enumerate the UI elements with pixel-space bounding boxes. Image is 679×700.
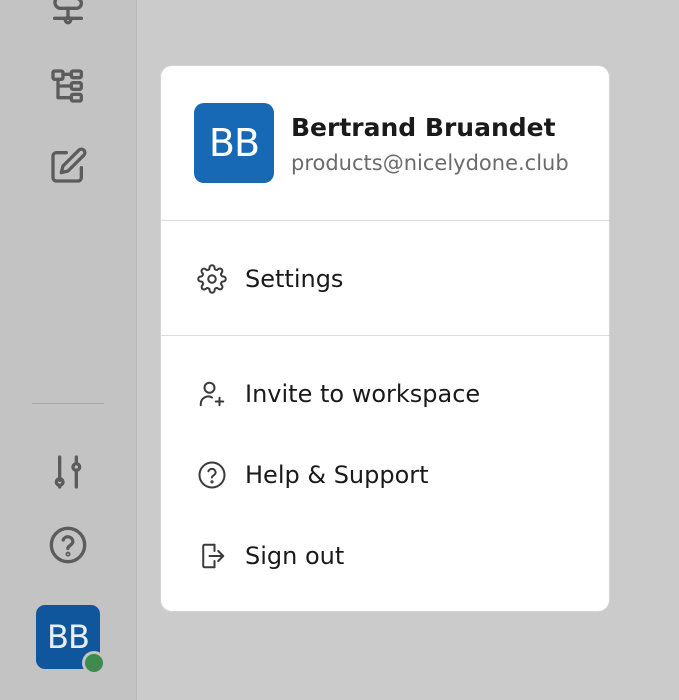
gear-icon: [195, 262, 229, 296]
account-dropdown-menu: BB Bertrand Bruandet products@nicelydone…: [160, 65, 610, 612]
profile-name: Bertrand Bruandet: [291, 113, 556, 142]
sliders-icon[interactable]: [44, 448, 92, 496]
cloud-network-icon[interactable]: [44, 0, 92, 34]
settings-menu-item[interactable]: Settings: [161, 248, 609, 310]
signout-menu-item[interactable]: Sign out: [161, 525, 609, 587]
profile-avatar-initials: BB: [208, 121, 260, 165]
settings-label: Settings: [245, 265, 344, 293]
menu-divider: [161, 335, 609, 336]
help-label: Help & Support: [245, 461, 429, 489]
profile-section: BB Bertrand Bruandet products@nicelydone…: [161, 66, 609, 220]
help-circle-icon: [195, 458, 229, 492]
help-menu-item[interactable]: Help & Support: [161, 444, 609, 506]
user-plus-icon: [195, 377, 229, 411]
invite-label: Invite to workspace: [245, 380, 481, 408]
sidebar-divider: [32, 403, 104, 404]
edit-icon[interactable]: [44, 142, 92, 190]
help-circle-icon[interactable]: [44, 521, 92, 569]
tree-structure-icon[interactable]: [44, 62, 92, 110]
sidebar-avatar[interactable]: BB: [36, 605, 106, 675]
profile-avatar: BB: [194, 103, 274, 183]
invite-menu-item[interactable]: Invite to workspace: [161, 363, 609, 425]
sidebar: BB: [0, 0, 137, 700]
menu-divider: [161, 220, 609, 221]
log-out-icon: [195, 539, 229, 573]
status-online-dot: [82, 651, 106, 675]
profile-email: products@nicelydone.club: [291, 151, 569, 175]
signout-label: Sign out: [245, 542, 345, 570]
sidebar-avatar-initials: BB: [47, 618, 90, 656]
